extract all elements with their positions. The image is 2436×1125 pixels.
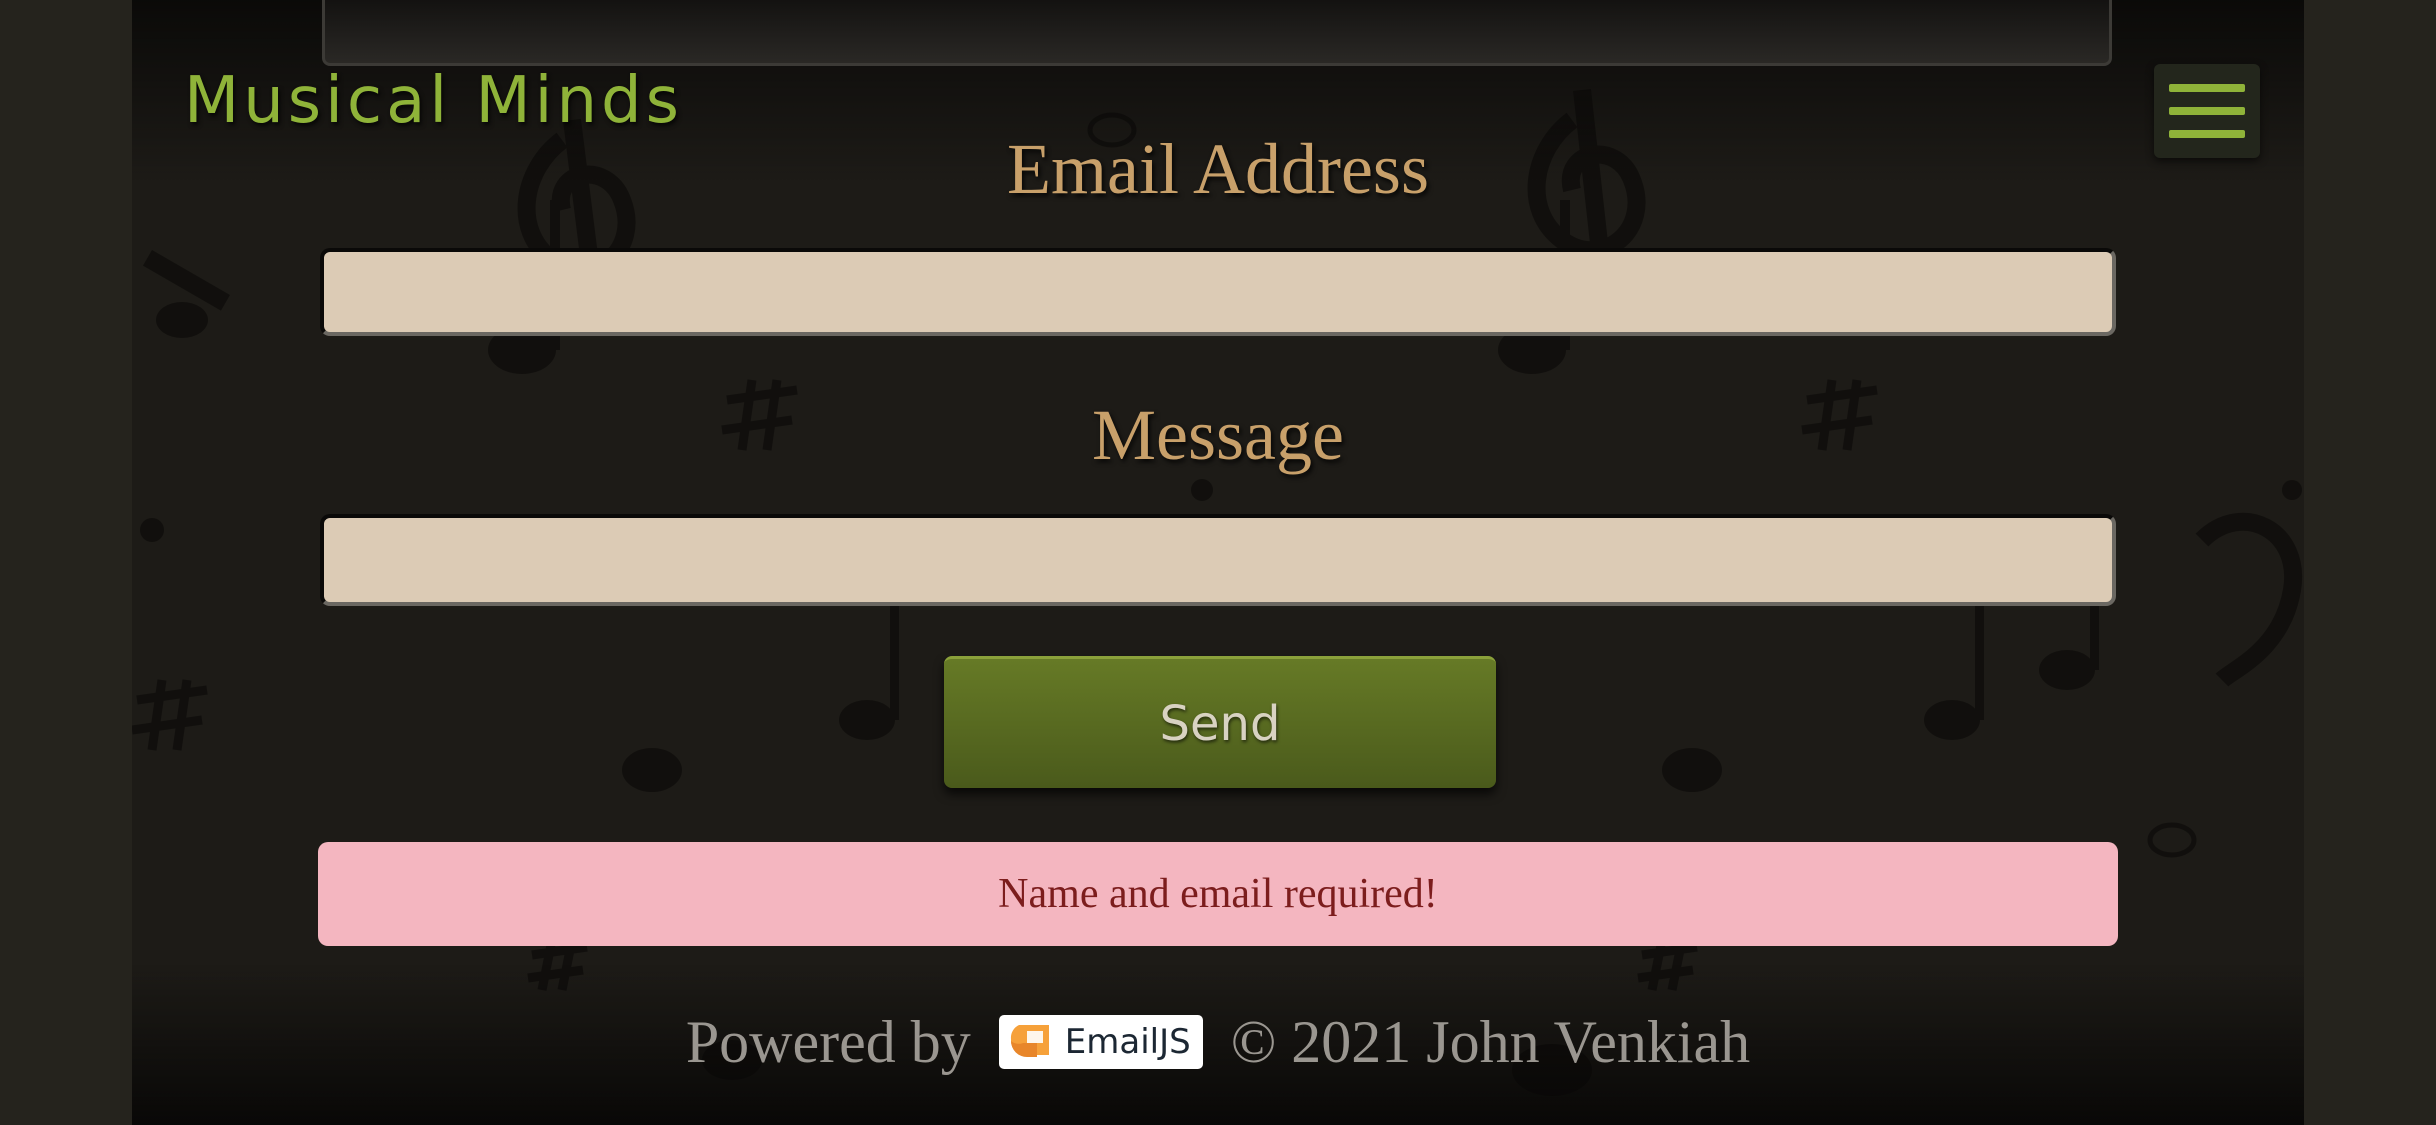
hamburger-menu-icon xyxy=(2169,84,2245,92)
message-field[interactable] xyxy=(320,514,2116,606)
error-alert: Name and email required! xyxy=(318,842,2118,946)
email-label: Email Address xyxy=(1007,129,1429,209)
email-field[interactable] xyxy=(320,248,2116,336)
copyright-text: © 2021 John Venkiah xyxy=(1230,1008,1751,1075)
emailjs-badge-label: EmailJS xyxy=(1064,1022,1191,1062)
emailjs-badge[interactable]: EmailJS xyxy=(998,1015,1203,1069)
error-alert-text: Name and email required! xyxy=(998,871,1438,917)
brand-logo-text[interactable]: Musical Minds xyxy=(184,64,683,138)
footer: Powered by EmailJS © 2021 John Venkiah xyxy=(132,1000,2304,1084)
name-field-partial[interactable] xyxy=(322,0,2112,66)
send-button[interactable]: Send xyxy=(944,656,1496,788)
powered-by-text: Powered by xyxy=(685,1008,971,1075)
page-container: Musical Minds Email Address Message Send… xyxy=(132,0,2304,1125)
hamburger-menu-icon-bar xyxy=(2169,107,2245,115)
message-label: Message xyxy=(1092,395,1344,475)
emailjs-logo-icon xyxy=(1010,1025,1049,1057)
